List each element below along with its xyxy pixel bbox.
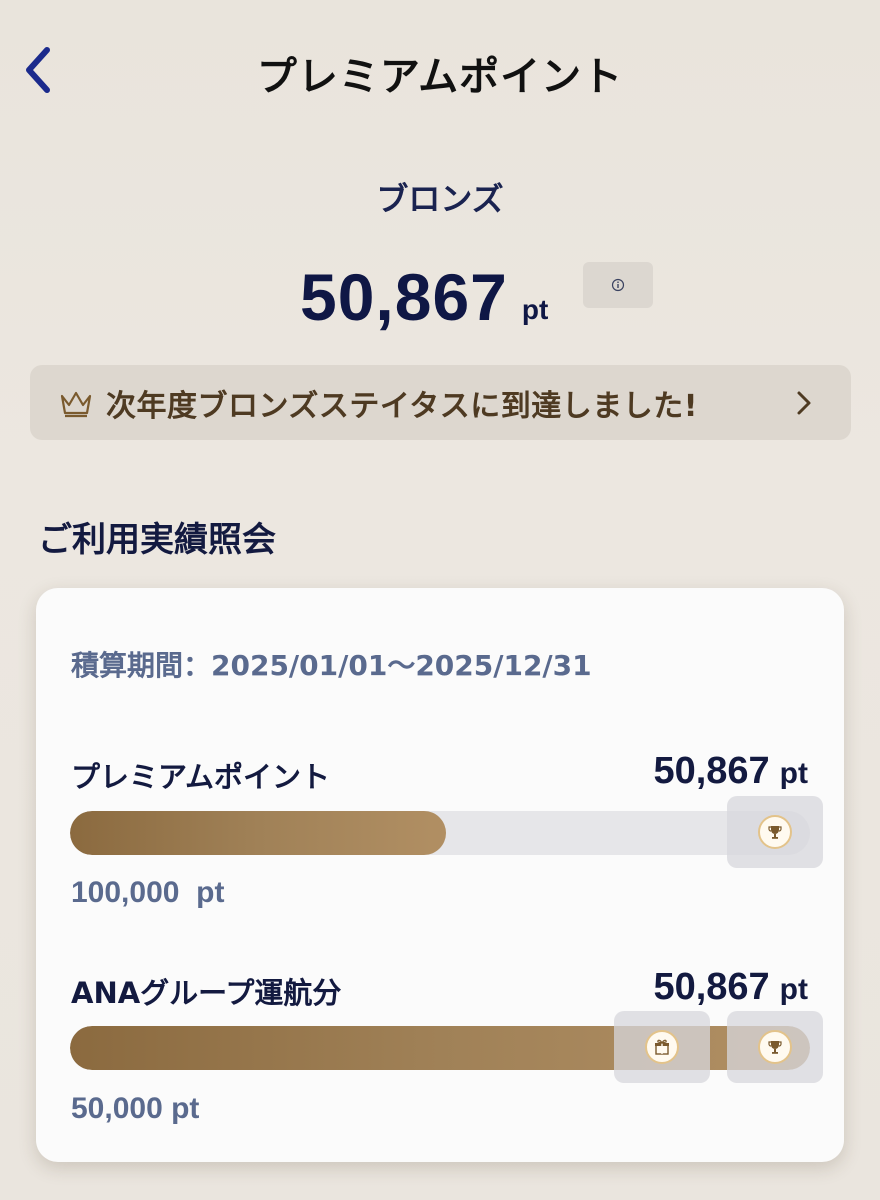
metric-value-ana-group: 50,867 pt [653, 966, 808, 1009]
trophy-marker[interactable] [727, 1011, 823, 1083]
trophy-marker[interactable] [727, 796, 823, 868]
info-button[interactable] [583, 262, 653, 308]
crown-icon [60, 391, 92, 417]
metric-number: 50,867 [653, 750, 770, 792]
chevron-right-icon [797, 391, 811, 415]
target-label-ana-group: 50,000 pt [71, 1092, 200, 1125]
status-banner[interactable]: 次年度ブロンズステイタスに到達しました! [30, 365, 851, 440]
points-value: 50,867 [300, 260, 508, 334]
metric-value-premium-points: 50,867 pt [653, 750, 808, 793]
accumulation-period: 積算期間：2025/01/01～2025/12/31 [71, 649, 592, 682]
metric-label-premium-points: プレミアムポイント [71, 760, 330, 794]
metric-unit: pt [779, 973, 808, 1006]
trophy-icon [758, 815, 792, 849]
usage-card: 積算期間：2025/01/01～2025/12/31 プレミアムポイント 50,… [36, 588, 844, 1162]
metric-unit: pt [779, 757, 808, 790]
section-title: ご利用実績照会 [38, 520, 276, 560]
gift-icon [645, 1030, 679, 1064]
points-summary: 50,867 pt [300, 250, 548, 330]
gift-marker[interactable] [614, 1011, 710, 1083]
info-icon [611, 278, 625, 292]
page-title: プレミアムポイント [256, 54, 624, 100]
status-text: 次年度ブロンズステイタスに到達しました! [106, 388, 698, 424]
progress-fill [70, 811, 446, 855]
metric-label-ana-group: ANAグループ運航分 [71, 976, 342, 1010]
progress-bar-premium-points [70, 811, 810, 855]
trophy-icon [758, 1030, 792, 1064]
tier-name: ブロンズ [376, 180, 504, 218]
points-unit: pt [521, 294, 549, 325]
target-label-premium-points: 100,000 pt [71, 876, 225, 909]
metric-number: 50,867 [653, 966, 770, 1008]
